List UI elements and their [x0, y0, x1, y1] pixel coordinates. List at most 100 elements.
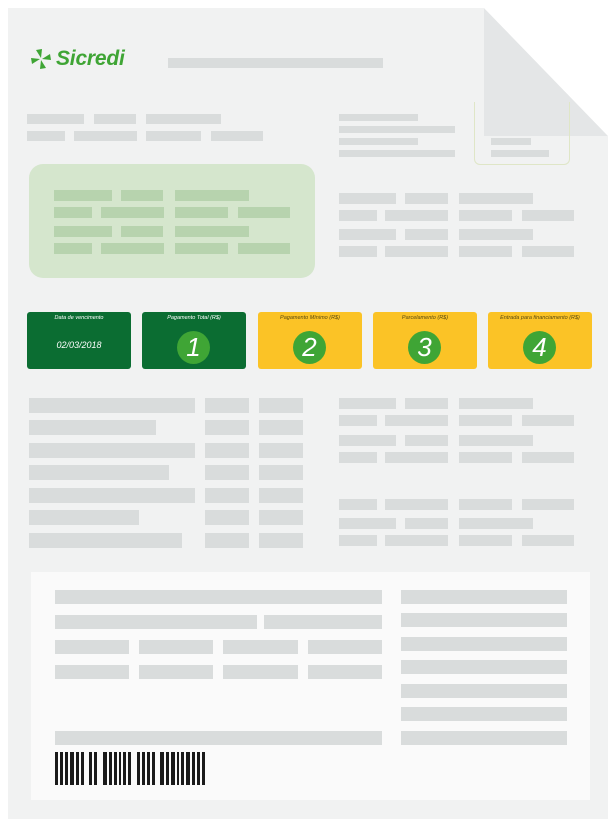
- text-placeholder: [211, 131, 263, 141]
- barcode-bar: [128, 752, 131, 785]
- text-placeholder: [459, 398, 533, 409]
- slip-side-field-placeholder: [401, 684, 567, 698]
- table-cell-placeholder: [205, 420, 249, 435]
- table-cell-placeholder: [205, 465, 249, 480]
- slip-field-placeholder: [308, 640, 382, 654]
- barcode-bar: [94, 752, 97, 785]
- slip-side-field-placeholder: [401, 613, 567, 627]
- text-placeholder: [522, 246, 574, 257]
- text-placeholder: [522, 452, 574, 463]
- barcode-bar: [137, 752, 140, 785]
- text-placeholder: [146, 131, 201, 141]
- text-placeholder: [74, 131, 137, 141]
- text-placeholder: [339, 435, 396, 446]
- table-cell-placeholder: [29, 533, 182, 548]
- text-placeholder: [405, 518, 448, 529]
- text-placeholder: [459, 535, 512, 546]
- slip-side-field-placeholder: [401, 660, 567, 674]
- text-placeholder: [385, 415, 448, 426]
- table-cell-placeholder: [205, 510, 249, 525]
- slip-field-placeholder: [223, 640, 298, 654]
- barcode-bar: [55, 752, 58, 785]
- barcode-bar: [202, 752, 205, 785]
- text-placeholder: [339, 415, 377, 426]
- slip-side-field-placeholder: [401, 590, 567, 604]
- text-placeholder: [405, 193, 448, 204]
- text-placeholder: [339, 229, 396, 240]
- text-placeholder: [522, 210, 574, 221]
- text-placeholder: [339, 150, 455, 157]
- table-cell-placeholder: [29, 510, 139, 525]
- text-placeholder: [339, 114, 418, 121]
- table-cell-placeholder: [205, 398, 249, 413]
- financing-entry-number-badge: 4: [523, 331, 556, 364]
- text-placeholder: [405, 435, 448, 446]
- table-cell-placeholder: [259, 398, 303, 413]
- text-placeholder: [339, 535, 377, 546]
- due-date-card: Data de vencimento 02/03/2018: [27, 312, 131, 369]
- total-payment-card: Pagamento Total (R$) 1: [142, 312, 246, 369]
- text-placeholder: [459, 229, 533, 240]
- slip-field-placeholder: [55, 731, 382, 745]
- text-placeholder: [385, 452, 448, 463]
- slip-field-placeholder: [55, 665, 129, 679]
- barcode-bar: [197, 752, 200, 785]
- table-cell-placeholder: [259, 488, 303, 503]
- slip-field-placeholder: [139, 665, 213, 679]
- barcode: [55, 752, 205, 785]
- text-placeholder: [385, 535, 448, 546]
- text-placeholder: [101, 207, 164, 218]
- text-placeholder: [146, 114, 221, 124]
- table-cell-placeholder: [259, 510, 303, 525]
- barcode-bar: [89, 752, 92, 785]
- text-placeholder: [54, 226, 112, 237]
- text-placeholder: [27, 131, 65, 141]
- text-placeholder: [339, 398, 396, 409]
- table-cell-placeholder: [259, 420, 303, 435]
- text-placeholder: [175, 226, 249, 237]
- text-placeholder: [54, 207, 92, 218]
- installment-card: Parcelamento (R$) 3: [373, 312, 477, 369]
- text-placeholder: [405, 398, 448, 409]
- barcode-bar: [186, 752, 190, 785]
- slip-field-placeholder: [308, 665, 382, 679]
- text-placeholder: [522, 535, 574, 546]
- text-placeholder: [339, 138, 418, 145]
- text-placeholder: [385, 499, 448, 510]
- sicredi-pinwheel-icon: [31, 49, 51, 69]
- text-placeholder: [94, 114, 136, 124]
- sicredi-logo: Sicredi: [30, 47, 125, 71]
- minimum-payment-card: Pagamento Mínimo (R$) 2: [258, 312, 362, 369]
- header-title-placeholder: [168, 58, 383, 68]
- due-date-value: 02/03/2018: [56, 340, 102, 350]
- table-cell-placeholder: [29, 398, 195, 413]
- table-cell-placeholder: [259, 533, 303, 548]
- slip-side-field-placeholder: [401, 707, 567, 721]
- text-placeholder: [121, 190, 163, 201]
- text-placeholder: [339, 246, 377, 257]
- slip-field-placeholder: [139, 640, 213, 654]
- text-placeholder: [459, 452, 512, 463]
- table-cell-placeholder: [29, 420, 156, 435]
- text-placeholder: [54, 243, 92, 254]
- table-cell-placeholder: [259, 443, 303, 458]
- text-placeholder: [339, 193, 396, 204]
- installment-label: Parcelamento (R$): [401, 315, 449, 321]
- slip-field-placeholder: [55, 590, 382, 604]
- total-payment-number-badge: 1: [177, 331, 210, 364]
- slip-side-field-placeholder: [401, 731, 567, 745]
- text-placeholder: [339, 452, 377, 463]
- barcode-bar: [192, 752, 195, 785]
- text-placeholder: [339, 499, 377, 510]
- table-cell-placeholder: [29, 465, 169, 480]
- text-placeholder: [175, 207, 228, 218]
- table-cell-placeholder: [205, 488, 249, 503]
- summary-box: [29, 164, 315, 278]
- text-placeholder: [491, 150, 549, 157]
- text-placeholder: [175, 190, 249, 201]
- text-placeholder: [339, 126, 455, 133]
- minimum-payment-number-badge: 2: [293, 331, 326, 364]
- text-placeholder: [459, 499, 512, 510]
- barcode-bar: [70, 752, 74, 785]
- barcode-bar: [114, 752, 117, 785]
